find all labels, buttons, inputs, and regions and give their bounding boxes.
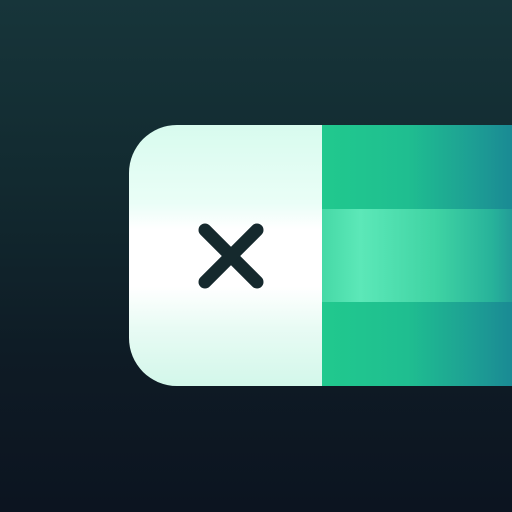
app-icon: [0, 0, 512, 512]
close-panel[interactable]: [129, 125, 322, 386]
stripe-panel: [322, 125, 512, 386]
stripe-top: [322, 125, 512, 209]
icon-card: [129, 125, 512, 386]
close-icon[interactable]: [195, 220, 267, 292]
stripe-middle: [322, 209, 512, 302]
stripe-bottom: [322, 302, 512, 386]
